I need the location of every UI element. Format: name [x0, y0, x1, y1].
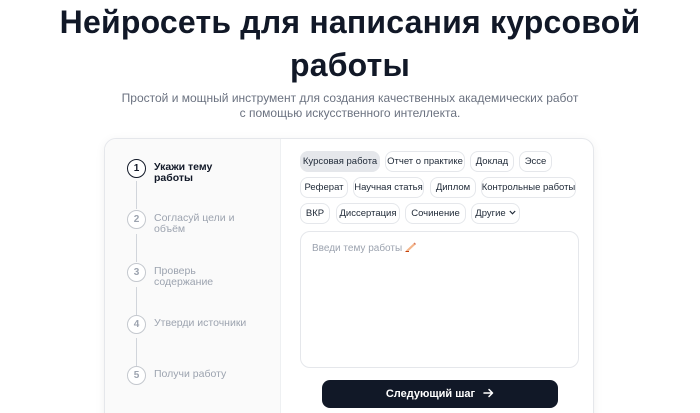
steps-panel: 1 Укажи тему работы 2 Согласуй цели и об… — [105, 139, 281, 413]
chip-label: Диссертация — [339, 208, 397, 219]
chip-label: Реферат — [304, 182, 344, 193]
step-number: 2 — [127, 210, 146, 229]
chip-essay[interactable]: Эссе — [519, 151, 552, 172]
chip-label: ВКР — [305, 208, 325, 219]
chip-diploma[interactable]: Диплом — [430, 177, 476, 198]
next-step-label: Следующий шаг — [385, 388, 476, 400]
arrow-right-icon — [483, 388, 494, 401]
chip-practice-report[interactable]: Отчет о практике — [385, 151, 465, 172]
chip-scientific-article[interactable]: Научная статья — [353, 177, 424, 198]
chip-composition[interactable]: Сочинение — [405, 203, 466, 224]
chip-coursework[interactable]: Курсовая работа — [300, 151, 380, 172]
chip-label: Доклад — [475, 156, 509, 167]
step-label: Проверь содержание — [154, 265, 214, 288]
topic-input[interactable]: Введи тему работы — [300, 231, 579, 368]
chip-vkr[interactable]: ВКР — [300, 203, 330, 224]
step-number: 5 — [127, 366, 146, 385]
chip-label: Сочинение — [411, 208, 460, 219]
step-2[interactable]: 2 Согласуй цели и объём — [127, 210, 254, 235]
writing-hand-icon — [405, 242, 417, 255]
topic-placeholder-text: Введи тему работы — [312, 243, 403, 255]
step-label: Укажи тему работы — [154, 161, 213, 184]
next-step-button[interactable]: Следующий шаг — [322, 380, 558, 408]
chip-report[interactable]: Доклад — [470, 151, 514, 172]
wizard-card: 1 Укажи тему работы 2 Согласуй цели и об… — [104, 138, 594, 413]
chip-label: Курсовая работа — [302, 156, 378, 167]
step-connector — [136, 287, 137, 315]
step-number: 1 — [127, 159, 146, 178]
step-5[interactable]: 5 Получи работу — [127, 366, 254, 385]
step-label: Получи работу — [154, 368, 227, 380]
chip-tests[interactable]: Контрольные работы — [481, 177, 576, 198]
step-number: 3 — [127, 263, 146, 282]
page-title-line-2: работы — [289, 47, 411, 83]
page-title: Нейросеть для написания курсовой работы — [0, 2, 700, 85]
page-subtitle: Простой и мощный инструмент для создания… — [121, 91, 579, 120]
chevron-down-icon — [509, 210, 516, 217]
topic-input-placeholder: Введи тему работы — [312, 242, 417, 255]
step-3[interactable]: 3 Проверь содержание — [127, 263, 254, 288]
chip-abstract[interactable]: Реферат — [300, 177, 348, 198]
chip-dissertation[interactable]: Диссертация — [336, 203, 400, 224]
step-number: 4 — [127, 315, 146, 334]
chip-label: Диплом — [435, 182, 471, 193]
step-connector — [136, 181, 137, 209]
chip-other-dropdown[interactable]: Другие — [471, 203, 520, 224]
step-label: Согласуй цели и объём — [154, 212, 235, 235]
chip-label: Научная статья — [354, 182, 423, 193]
chip-label: Отчет о практике — [387, 156, 463, 167]
step-connector — [136, 234, 137, 262]
chip-label: Эссе — [524, 156, 547, 167]
step-4[interactable]: 4 Утверди источники — [127, 315, 254, 334]
step-connector — [136, 338, 137, 366]
step-1[interactable]: 1 Укажи тему работы — [127, 159, 254, 184]
step-label: Утверди источники — [154, 317, 247, 329]
chip-label: Контрольные работы — [481, 182, 576, 193]
chip-label: Другие — [475, 208, 506, 219]
page-title-line-1: Нейросеть для написания курсовой — [59, 4, 641, 40]
